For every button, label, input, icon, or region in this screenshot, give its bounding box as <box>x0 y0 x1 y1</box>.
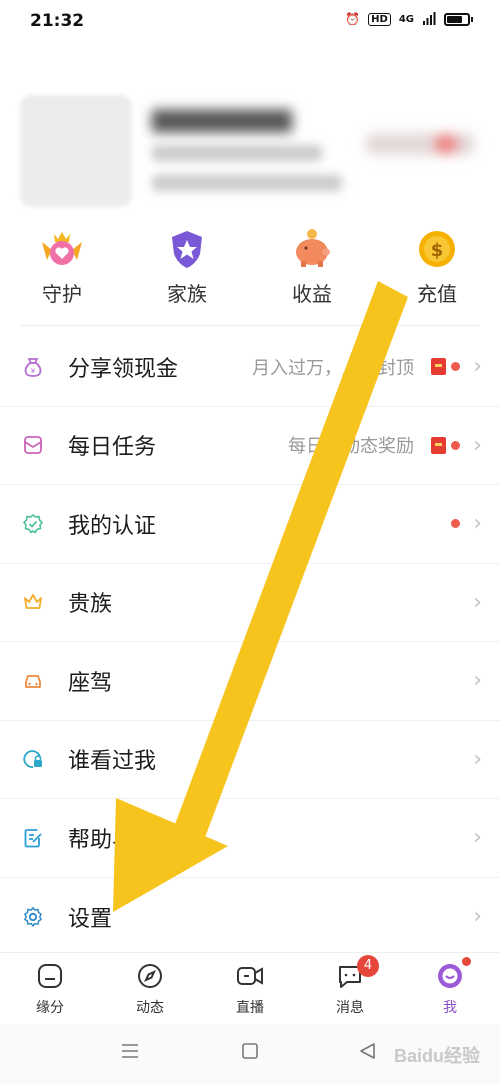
chevron-right-icon: › <box>473 668 482 694</box>
feedback-edit-icon <box>24 828 42 848</box>
section-divider <box>20 325 480 326</box>
chevron-right-icon: › <box>473 746 482 772</box>
gold-coin-icon: $ <box>414 228 460 270</box>
status-icons: ⏰ HD 4G <box>345 12 473 26</box>
avatar[interactable] <box>20 95 132 207</box>
menu-label: 帮助与反馈 <box>68 827 179 853</box>
menu-hint: 月入过万，上不封顶 <box>252 357 414 379</box>
verified-badge-icon <box>22 513 44 534</box>
status-bar: 21:32 ⏰ HD 4G <box>0 0 500 44</box>
crown-icon <box>24 594 42 610</box>
profile-header[interactable]: ▆▆▆▆▆▆▆ <box>20 95 480 210</box>
unread-badge: 4 <box>357 955 379 977</box>
menu-label: 我的认证 <box>68 513 157 539</box>
menu-item-daily-tasks[interactable]: 每日任务 每日发动态奖励 › <box>0 407 500 485</box>
svg-text:¥: ¥ <box>31 367 36 375</box>
notification-dot <box>451 519 460 529</box>
menu-label: 谁看过我 <box>68 749 157 775</box>
blurred-profile-link[interactable] <box>365 133 475 155</box>
quick-actions: 守护 家族 收益 $ 充值 <box>0 228 500 308</box>
notification-dot <box>451 440 460 450</box>
notification-dot <box>451 362 460 372</box>
chevron-right-icon: › <box>473 432 482 458</box>
battery-icon <box>444 12 473 26</box>
car-icon <box>25 674 41 688</box>
me-avatar-icon <box>435 957 471 991</box>
quick-family[interactable]: 家族 <box>137 228 237 307</box>
quick-guardian[interactable]: 守护 <box>12 228 112 307</box>
red-packet-icon <box>431 358 446 376</box>
menu-item-vehicle[interactable]: 座驾 › <box>0 642 500 721</box>
video-camera-icon <box>235 961 265 991</box>
chevron-right-icon: › <box>473 589 482 615</box>
baidu-watermark: Baidu经验 <box>393 1046 480 1066</box>
menu-label: 分享领现金 <box>68 356 179 382</box>
tab-label: 直播 <box>236 1000 264 1016</box>
settings-menu: ¥ 分享领现金 月入过万，上不封顶 › 每日任务 每日发动态奖励 › 我的认证 … <box>0 328 500 956</box>
menu-label: 设置 <box>68 906 113 932</box>
menu-item-nobility[interactable]: 贵族 › <box>0 564 500 642</box>
blurred-id-line <box>152 145 322 161</box>
quick-guardian-label: 守护 <box>42 282 82 306</box>
red-packet-icon <box>431 436 446 454</box>
tab-label: 消息 <box>336 1000 364 1016</box>
quick-earnings-label: 收益 <box>292 282 332 306</box>
tab-messages[interactable]: 4 消息 <box>300 955 400 1017</box>
tab-moments[interactable]: 动态 <box>100 961 200 1017</box>
menu-label: 座驾 <box>68 670 113 696</box>
chevron-right-icon: › <box>473 825 482 851</box>
chat-bubble-icon: 4 <box>335 955 379 991</box>
task-envelope-icon <box>24 436 42 455</box>
menu-hint: 每日发动态奖励 <box>288 436 414 458</box>
tab-label: 动态 <box>136 1000 164 1016</box>
gear-icon <box>23 906 43 927</box>
svg-text:$: $ <box>431 240 444 261</box>
menu-label: 贵族 <box>68 592 113 618</box>
home-icon <box>35 961 65 991</box>
bottom-tab-bar: 缘分 动态 直播 4 消息 我 <box>0 952 500 1024</box>
visitor-lock-icon <box>23 750 42 769</box>
quick-recharge[interactable]: $ 充值 <box>387 228 487 307</box>
signal-icon <box>423 12 436 25</box>
menu-item-share-cash[interactable]: ¥ 分享领现金 月入过万，上不封顶 › <box>0 328 500 407</box>
quick-recharge-label: 充值 <box>417 282 457 306</box>
status-time: 21:32 <box>30 11 85 31</box>
quick-earnings[interactable]: 收益 <box>262 228 362 307</box>
menu-item-help-feedback[interactable]: 帮助与反馈 › <box>0 799 500 878</box>
menu-lines-icon[interactable] <box>120 1042 140 1060</box>
family-star-shield-icon <box>164 228 210 270</box>
home-square-icon[interactable] <box>240 1042 260 1060</box>
quick-family-label: 家族 <box>167 282 207 306</box>
piggy-bank-icon <box>289 228 335 270</box>
alarm-icon: ⏰ <box>345 12 361 26</box>
chevron-right-icon: › <box>473 904 482 930</box>
tab-label: 缘分 <box>36 1000 64 1016</box>
hd-icon: HD <box>368 12 391 26</box>
notification-dot <box>462 957 471 966</box>
guardian-crown-heart-icon <box>39 228 85 270</box>
money-bag-icon: ¥ <box>24 357 42 377</box>
system-nav-bar: Baidu经验 <box>0 1024 500 1084</box>
blurred-stats-line <box>152 175 342 191</box>
network-label: 4G <box>398 13 414 25</box>
compass-icon <box>135 961 165 991</box>
chevron-right-icon: › <box>473 354 482 380</box>
tab-fate[interactable]: 缘分 <box>0 961 100 1017</box>
tab-me[interactable]: 我 <box>400 957 500 1017</box>
tab-live[interactable]: 直播 <box>200 961 300 1017</box>
blurred-username: ▆▆▆▆▆▆▆ <box>152 103 292 133</box>
menu-item-settings[interactable]: 设置 › <box>0 878 500 957</box>
chevron-right-icon: › <box>473 511 482 537</box>
menu-item-visitors[interactable]: 谁看过我 › <box>0 721 500 799</box>
menu-item-verification[interactable]: 我的认证 › <box>0 485 500 564</box>
back-triangle-icon[interactable] <box>358 1042 378 1060</box>
tab-label: 我 <box>443 1000 457 1016</box>
menu-label: 每日任务 <box>68 435 157 461</box>
